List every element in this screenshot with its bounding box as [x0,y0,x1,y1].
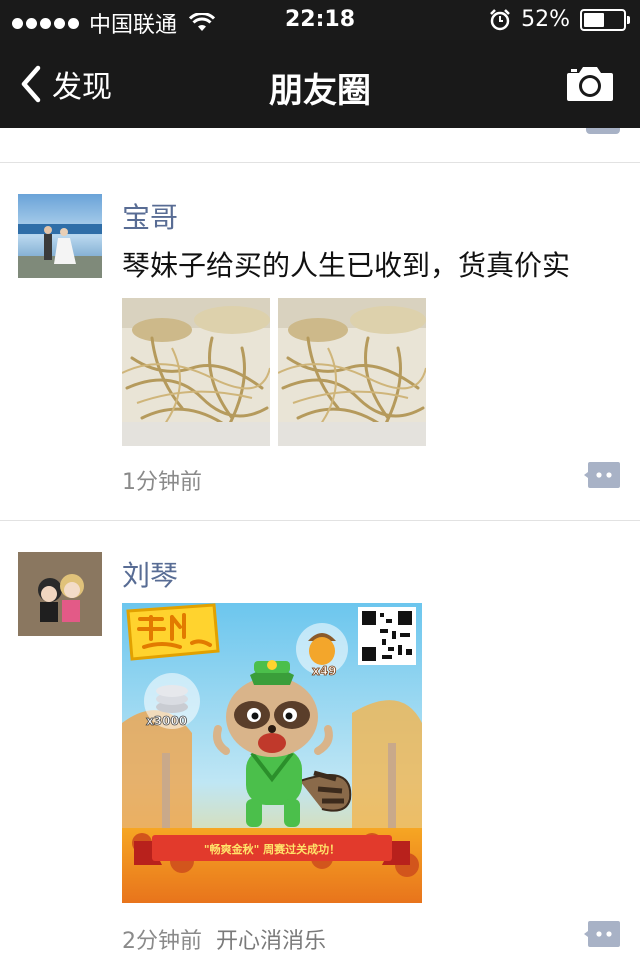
battery-level [584,12,604,27]
battery-percent: 52% [521,7,570,32]
avatar-photo [18,552,102,636]
previous-post-edge [0,128,640,163]
battery-icon [580,8,630,31]
post-username[interactable]: 宝哥 [122,196,178,236]
coin-count: x3000 [146,714,187,728]
post-text: 琴妹子给买的人生已收到，货真价实 [122,249,571,282]
nav-bar: 发现 朋友圈 [0,40,640,128]
post-username[interactable]: 刘琴 [122,554,178,594]
app-source-link[interactable]: 开心消消乐 [216,929,326,954]
comment-icon[interactable] [586,128,620,134]
moment-post: 宝哥 琴妹子给买的人生已收到，货真价实 1分钟前 [0,162,640,520]
avatar[interactable] [18,552,102,636]
post-time: 1分钟前 [122,470,202,495]
avatar[interactable] [18,194,102,278]
acorn-count: x49 [312,664,336,678]
page-title: 朋友圈 [269,71,371,111]
post-meta: 2分钟前 开心消消乐 [122,923,326,955]
status-bar: 中国联通 22:18 52% [0,0,640,40]
banner-text: "畅爽金秋" 周赛过关成功！ [204,842,340,856]
avatar-photo [18,194,102,278]
post-time: 2分钟前 [122,929,202,954]
post-image[interactable] [278,298,426,446]
post-image[interactable] [122,298,270,446]
camera-icon[interactable] [566,64,614,102]
comment-icon[interactable] [584,460,620,490]
alarm-icon [490,8,510,30]
comment-icon[interactable] [584,919,620,949]
moment-post: 刘琴 x49 x3000 "畅爽金秋" 周赛过关成功！ 2分钟前 开心消消乐 [0,521,640,960]
game-share-card[interactable]: x49 x3000 "畅爽金秋" 周赛过关成功！ [122,603,422,903]
